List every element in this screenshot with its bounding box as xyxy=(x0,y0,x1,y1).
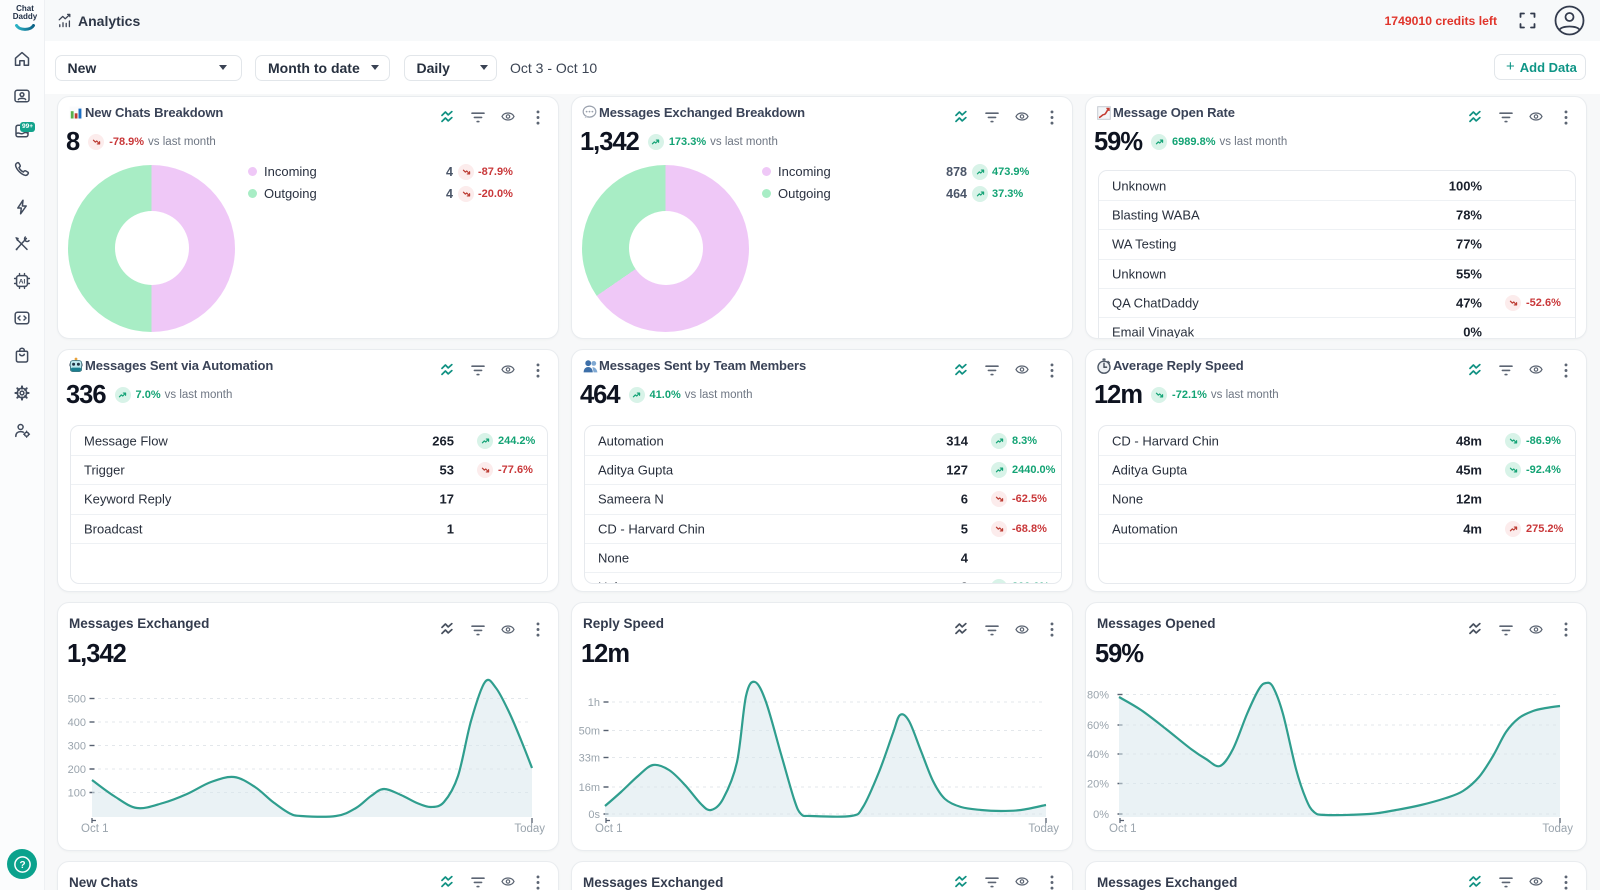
svg-text:500: 500 xyxy=(68,694,86,706)
svg-text:0%: 0% xyxy=(1093,809,1109,821)
svg-text:Oct 1: Oct 1 xyxy=(595,823,622,835)
svg-text:Oct 1: Oct 1 xyxy=(81,823,108,835)
svg-text:100: 100 xyxy=(68,788,86,800)
svg-text:0s: 0s xyxy=(588,809,600,821)
svg-text:40%: 40% xyxy=(1087,749,1109,761)
svg-text:80%: 80% xyxy=(1087,690,1109,702)
svg-text:?: ? xyxy=(19,860,25,871)
svg-text:Today: Today xyxy=(514,823,545,835)
svg-text:20%: 20% xyxy=(1087,779,1109,791)
svg-text:AI: AI xyxy=(19,279,26,286)
svg-text:400: 400 xyxy=(68,717,86,729)
svg-text:1h: 1h xyxy=(588,697,600,709)
svg-text:60%: 60% xyxy=(1087,720,1109,732)
svg-text:50m: 50m xyxy=(579,726,600,738)
svg-text:Today: Today xyxy=(1028,823,1059,835)
svg-text:16m: 16m xyxy=(579,782,600,794)
svg-text:300: 300 xyxy=(68,741,86,753)
svg-text:33m: 33m xyxy=(579,753,600,765)
svg-text:Today: Today xyxy=(1542,823,1573,835)
svg-text:200: 200 xyxy=(68,764,86,776)
svg-text:Oct 1: Oct 1 xyxy=(1109,823,1136,835)
